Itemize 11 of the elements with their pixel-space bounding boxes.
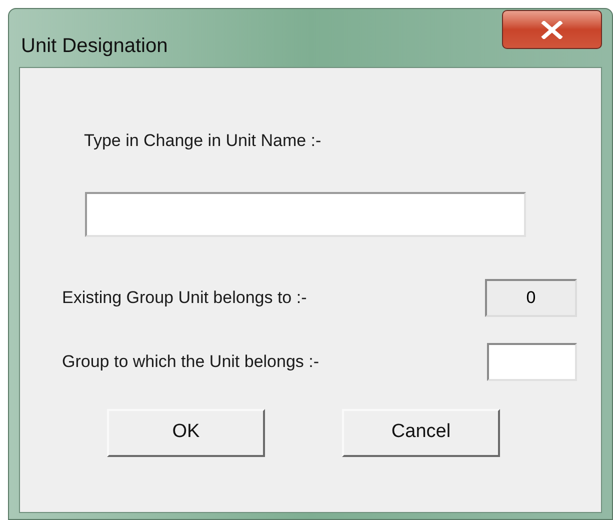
group-field[interactable]	[487, 342, 577, 380]
close-icon	[541, 20, 563, 38]
close-button[interactable]	[502, 10, 602, 49]
cancel-button[interactable]: Cancel	[342, 408, 500, 456]
existing-group-label: Existing Group Unit belongs to :-	[62, 286, 307, 309]
name-prompt-label: Type in Change in Unit Name :-	[84, 130, 322, 152]
new-group-label: Group to which the Unit belongs :-	[62, 350, 320, 373]
ok-button[interactable]: OK	[107, 408, 265, 456]
existing-group-value: 0	[485, 278, 577, 316]
unit-name-field[interactable]	[85, 192, 526, 236]
window-title: Unit Designation	[21, 34, 168, 59]
